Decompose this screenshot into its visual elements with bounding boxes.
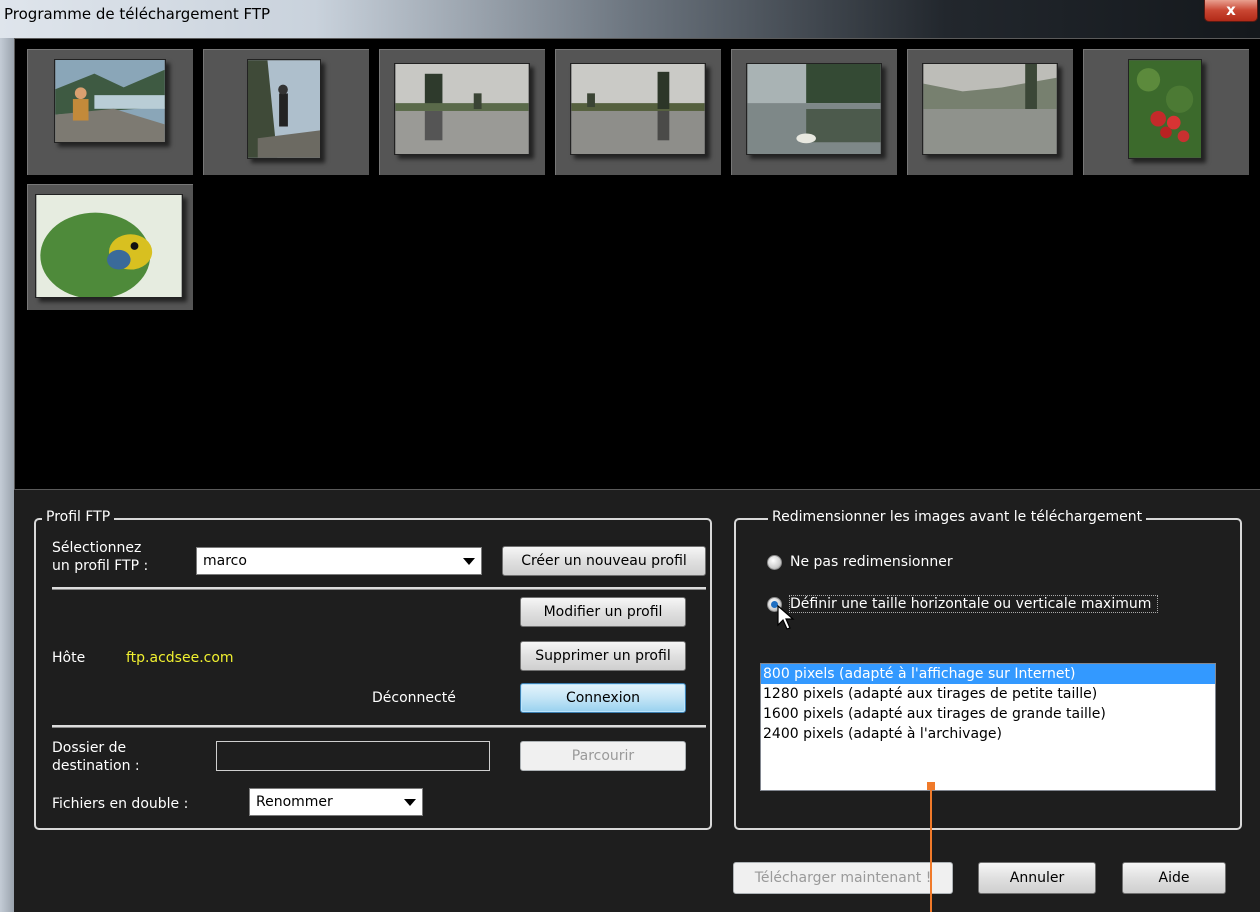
size-option[interactable]: 1280 pixels (adapté aux tirages de petit… (761, 684, 1215, 704)
thumbnail-area[interactable] (14, 38, 1260, 490)
destination-folder-input[interactable] (216, 741, 490, 771)
chevron-down-icon (463, 558, 475, 565)
host-label: Hôte (52, 650, 86, 666)
thumb-red-flowers[interactable] (1083, 49, 1249, 175)
thumb-pond-reflection-2[interactable] (555, 49, 721, 175)
edit-profile-button[interactable]: Modifier un profil (520, 597, 686, 627)
profile-select-label-line1: Sélectionnez (52, 540, 142, 556)
callout-line (930, 786, 932, 912)
profile-select-label-line2: un profil FTP : (52, 558, 149, 574)
size-option[interactable]: 1600 pixels (adapté aux tirages de grand… (761, 704, 1215, 724)
divider (52, 725, 706, 728)
thumbnail-image (746, 63, 882, 155)
chevron-down-icon (404, 799, 416, 806)
new-profile-button[interactable]: Créer un nouveau profil (502, 546, 706, 576)
thumb-parrot[interactable] (27, 184, 193, 310)
size-list[interactable]: 800 pixels (adapté à l'affichage sur Int… (760, 663, 1216, 791)
connect-button[interactable]: Connexion (520, 683, 686, 713)
radio-max-size-label[interactable]: Définir une taille horizontale ou vertic… (788, 595, 1159, 613)
help-button[interactable]: Aide (1122, 862, 1226, 894)
callout-marker (927, 782, 935, 790)
ftp-profile-legend: Profil FTP (42, 509, 115, 525)
thumb-misty-lake[interactable] (731, 49, 897, 175)
mouse-cursor-icon (777, 605, 795, 630)
radio-no-resize-label[interactable]: Ne pas redimensionner (790, 554, 953, 570)
size-option[interactable]: 2400 pixels (adapté à l'archivage) (761, 724, 1215, 744)
thumb-foggy-pond[interactable] (907, 49, 1073, 175)
browse-button[interactable]: Parcourir (520, 741, 686, 771)
thumbnail-image (394, 63, 530, 155)
dest-label-line1: Dossier de (52, 740, 127, 756)
thumb-hiker-standing[interactable] (203, 49, 369, 175)
thumbnail-image (1128, 59, 1202, 159)
thumbnail-image (247, 59, 321, 159)
resize-legend: Redimensionner les images avant le téléc… (768, 509, 1147, 525)
thumbnail-image (570, 63, 706, 155)
close-button[interactable]: x (1204, 0, 1258, 22)
thumb-pond-reflection-1[interactable] (379, 49, 545, 175)
thumbnail-image (54, 59, 166, 143)
delete-profile-button[interactable]: Supprimer un profil (520, 641, 686, 671)
cancel-button[interactable]: Annuler (978, 862, 1096, 894)
window-border (0, 38, 14, 912)
divider (52, 587, 706, 590)
radio-no-resize[interactable] (767, 555, 782, 570)
duplicates-select-value: Renommer (256, 794, 333, 810)
upload-now-button[interactable]: Télécharger maintenant ! (733, 862, 953, 894)
duplicates-select[interactable]: Renommer (249, 788, 423, 816)
host-value: ftp.acdsee.com (126, 650, 234, 666)
title-bar: Programme de téléchargement FTP x (0, 0, 1260, 38)
window-title: Programme de téléchargement FTP (4, 5, 271, 23)
dest-label-line2: destination : (52, 758, 140, 774)
profile-select[interactable]: marco (196, 547, 482, 575)
thumbnail-image (35, 194, 183, 298)
duplicates-label: Fichiers en double : (52, 796, 189, 812)
profile-select-value: marco (203, 553, 247, 569)
thumbnail-image (922, 63, 1058, 155)
size-option[interactable]: 800 pixels (adapté à l'affichage sur Int… (761, 664, 1215, 684)
thumb-hiker-lake[interactable] (27, 49, 193, 175)
connection-status: Déconnecté (372, 690, 456, 706)
